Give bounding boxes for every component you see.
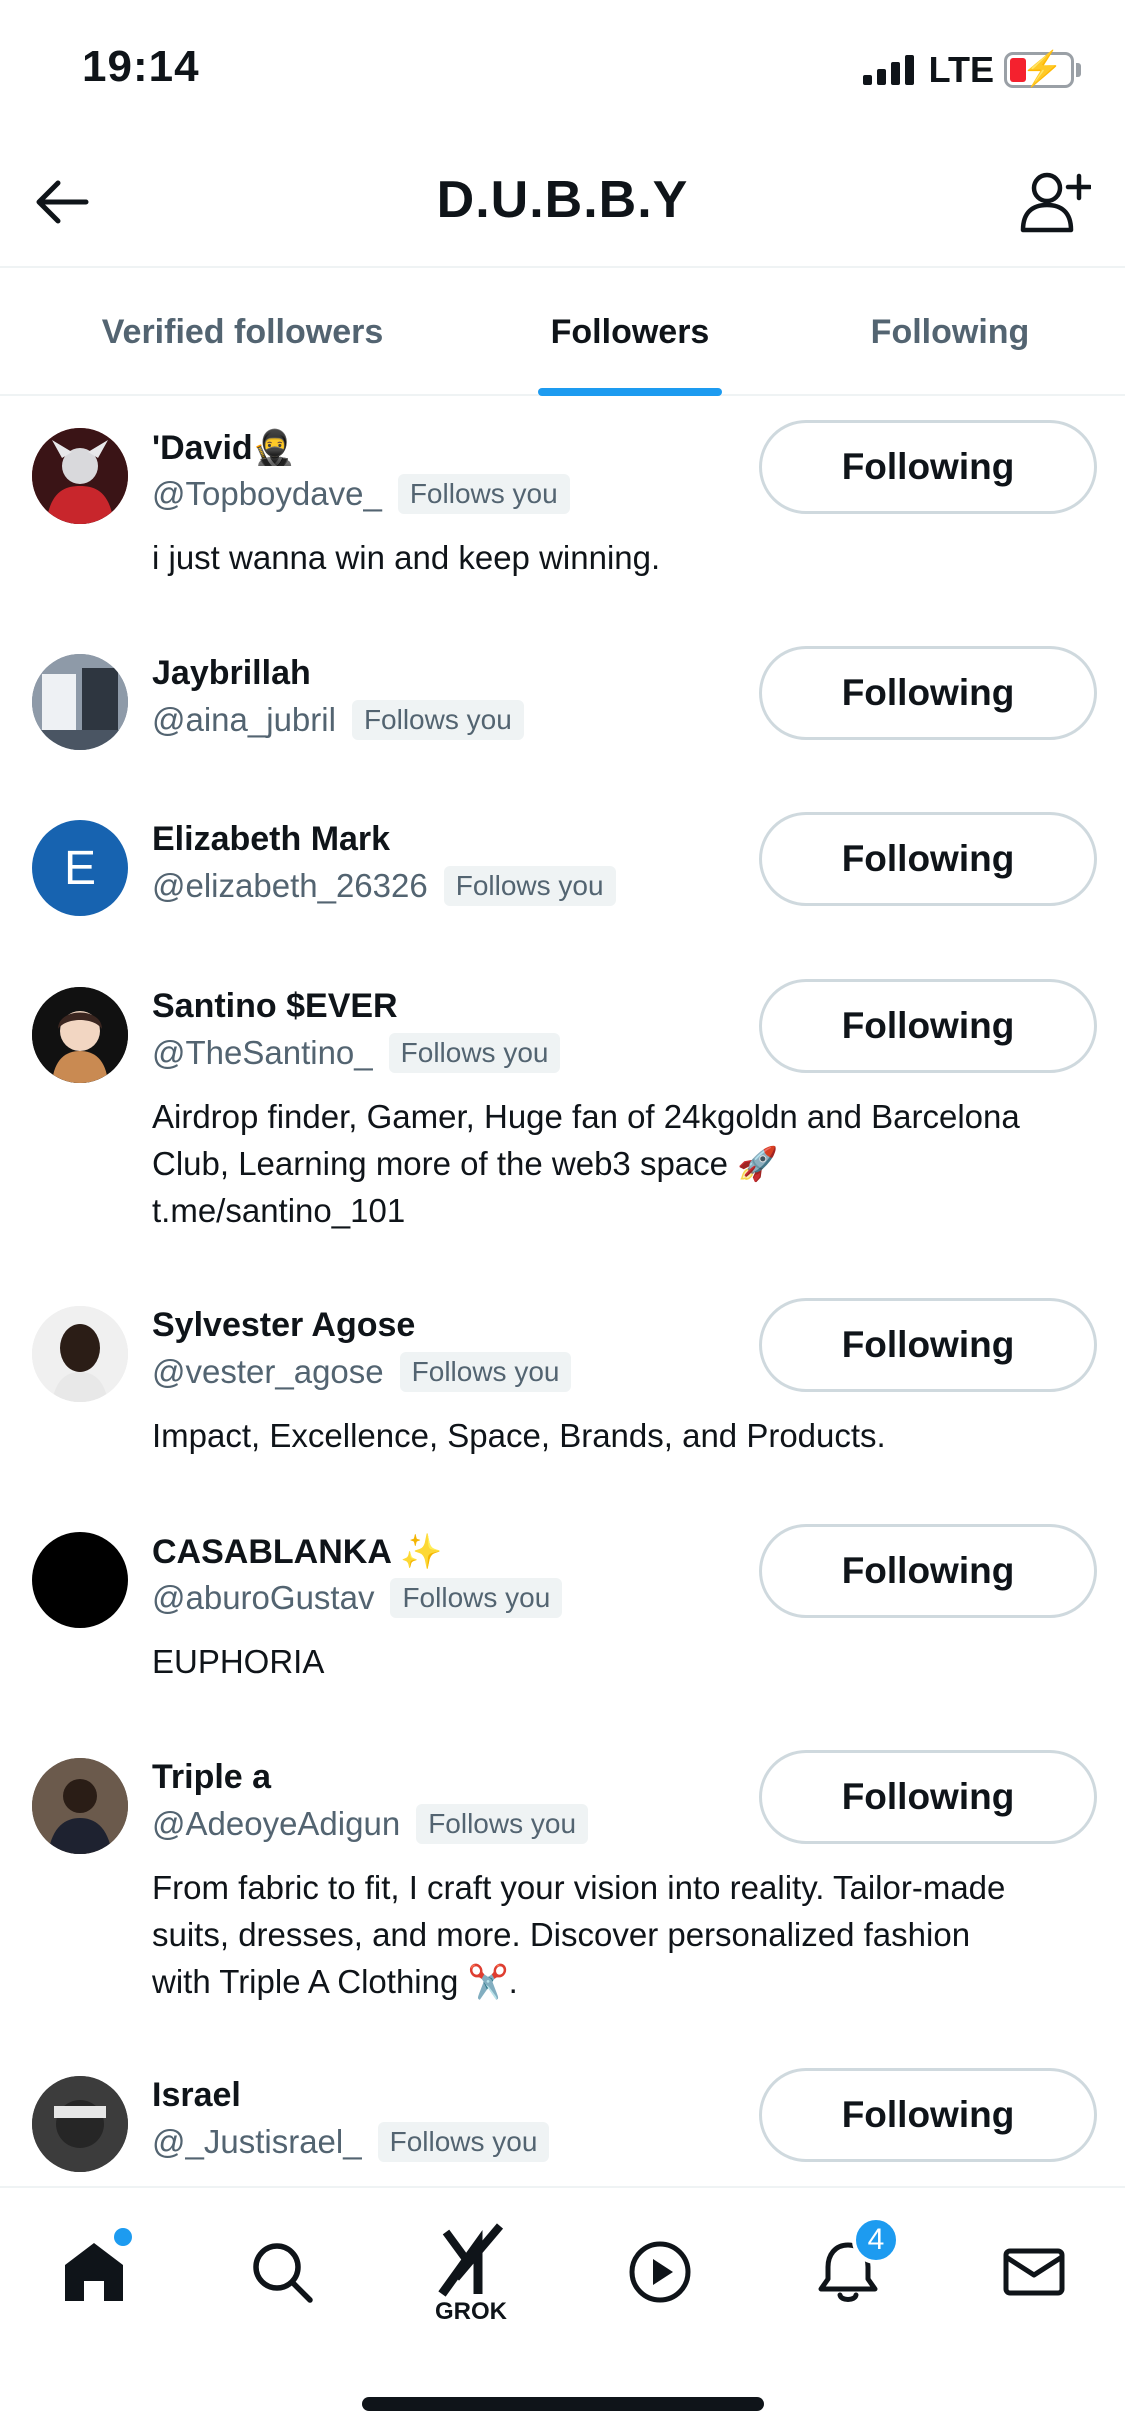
notification-count-badge: 4: [852, 2216, 900, 2264]
nav-notifications[interactable]: 4: [798, 2216, 900, 2322]
search-icon: [253, 2243, 313, 2303]
follower-row[interactable]: 'David🥷 @Topboydave_ Follows you i just …: [0, 420, 1125, 624]
nav-home[interactable]: [44, 2222, 144, 2322]
avatar[interactable]: E: [32, 820, 128, 916]
handle-line: @aburoGustav Follows you: [152, 1578, 563, 1618]
user-handle[interactable]: @_Justisrael_: [152, 2123, 362, 2161]
user-handle[interactable]: @TheSantino_: [152, 1034, 373, 1072]
follows-you-badge: Follows you: [377, 2122, 550, 2162]
signal-icon: [862, 55, 914, 85]
user-name[interactable]: 'David🥷: [152, 428, 295, 468]
follower-row[interactable]: E Elizabeth Mark @elizabeth_26326 Follow…: [0, 812, 1125, 956]
user-handle[interactable]: @vester_agose: [152, 1353, 384, 1391]
tab-following[interactable]: Following: [840, 268, 1060, 396]
follower-row[interactable]: Sylvester Agose @vester_agose Follows yo…: [0, 1298, 1125, 1502]
user-handle[interactable]: @elizabeth_26326: [152, 867, 428, 905]
home-indicator[interactable]: [362, 2397, 764, 2411]
avatar[interactable]: [32, 1758, 128, 1854]
user-name[interactable]: CASABLANKA ✨: [152, 1532, 442, 1572]
user-name[interactable]: Santino $EVER: [152, 987, 398, 1026]
nav-search[interactable]: [232, 2222, 332, 2322]
status-bar: 19:14 LTE ⚡: [0, 0, 1125, 140]
avatar[interactable]: [32, 1306, 128, 1402]
status-indicators: LTE ⚡: [862, 48, 1081, 92]
user-bio: Impact, Excellence, Space, Brands, and P…: [152, 1417, 886, 1454]
video-icon: [629, 2241, 691, 2303]
follower-row[interactable]: Triple a @AdeoyeAdigun Follows you From …: [0, 1750, 1125, 2044]
user-name[interactable]: Elizabeth Mark: [152, 820, 390, 859]
following-button[interactable]: Following: [759, 1750, 1097, 1844]
user-handle[interactable]: @aburoGustav: [152, 1579, 374, 1617]
battery-icon: ⚡: [1004, 51, 1074, 88]
grok-label: GROK: [435, 2298, 507, 2325]
avatar-image: [32, 428, 128, 524]
follows-you-badge: Follows you: [399, 1352, 572, 1392]
header: D.U.B.B.Y: [0, 140, 1125, 266]
handle-line: @aina_jubril Follows you: [152, 700, 524, 740]
avatar-image: [32, 1306, 128, 1402]
avatar-image: [32, 654, 128, 750]
avatar[interactable]: [32, 654, 128, 750]
follows-you-badge: Follows you: [443, 866, 616, 906]
handle-line: @elizabeth_26326 Follows you: [152, 866, 616, 906]
avatar-letter: E: [63, 841, 96, 895]
avatar[interactable]: [32, 1532, 128, 1628]
handle-line: @TheSantino_ Follows you: [152, 1033, 561, 1073]
grok-icon: [438, 2223, 504, 2297]
following-button[interactable]: Following: [759, 646, 1097, 740]
follower-row[interactable]: CASABLANKA ✨ @aburoGustav Follows you EU…: [0, 1524, 1125, 1728]
following-button[interactable]: Following: [759, 979, 1097, 1073]
handle-line: @vester_agose Follows you: [152, 1352, 572, 1392]
handle-line: @_Justisrael_ Follows you: [152, 2122, 550, 2162]
user-name[interactable]: Israel: [152, 2076, 241, 2115]
follower-row[interactable]: Santino $EVER @TheSantino_ Follows you A…: [0, 979, 1125, 1273]
home-unread-dot: [114, 2228, 132, 2246]
mail-icon: [1003, 2248, 1065, 2296]
user-bio: EUPHORIA: [152, 1643, 325, 1680]
user-name[interactable]: Triple a: [152, 1758, 271, 1797]
nav-messages[interactable]: [984, 2222, 1084, 2322]
handle-line: @AdeoyeAdigun Follows you: [152, 1804, 589, 1844]
avatar[interactable]: [32, 2076, 128, 2172]
following-button[interactable]: Following: [759, 2068, 1097, 2162]
user-bio: From fabric to fit, I craft your vision …: [152, 1869, 1006, 2000]
tab-followers[interactable]: Followers: [500, 268, 760, 396]
user-name[interactable]: Jaybrillah: [152, 654, 311, 693]
avatar-image: [32, 2076, 128, 2172]
followers-list[interactable]: 'David🥷 @Topboydave_ Follows you i just …: [0, 396, 1125, 2186]
following-button[interactable]: Following: [759, 812, 1097, 906]
home-icon: [65, 2243, 123, 2301]
page-title: D.U.B.B.Y: [436, 171, 689, 229]
follows-you-badge: Follows you: [390, 1578, 563, 1618]
nav-grok[interactable]: GROK: [421, 2210, 521, 2325]
avatar[interactable]: [32, 428, 128, 524]
user-handle[interactable]: @Topboydave_: [152, 475, 382, 513]
following-button[interactable]: Following: [759, 1524, 1097, 1618]
follows-you-badge: Follows you: [416, 1804, 589, 1844]
user-handle[interactable]: @AdeoyeAdigun: [152, 1805, 400, 1843]
follows-you-badge: Follows you: [397, 474, 570, 514]
nav-video[interactable]: [610, 2222, 710, 2322]
tab-verified-followers[interactable]: Verified followers: [40, 268, 445, 396]
follower-row[interactable]: Israel @_Justisrael_ Follows you Followi…: [0, 2068, 1125, 2186]
user-name[interactable]: Sylvester Agose: [152, 1306, 415, 1345]
follows-you-badge: Follows you: [351, 700, 524, 740]
active-tab-indicator: [538, 388, 722, 396]
status-time: 19:14: [82, 42, 200, 91]
add-user-button[interactable]: [1015, 162, 1095, 242]
follows-you-badge: Follows you: [388, 1033, 561, 1073]
network-label: LTE: [928, 49, 994, 90]
tab-bar: Verified followers Followers Following: [0, 266, 1125, 396]
user-bio: i just wanna win and keep winning.: [152, 539, 661, 576]
follower-row[interactable]: Jaybrillah @aina_jubril Follows you Foll…: [0, 646, 1125, 790]
user-handle[interactable]: @aina_jubril: [152, 701, 336, 739]
avatar-image: [32, 1758, 128, 1854]
following-button[interactable]: Following: [759, 1298, 1097, 1392]
avatar[interactable]: [32, 987, 128, 1083]
following-button[interactable]: Following: [759, 420, 1097, 514]
avatar-image: [32, 987, 128, 1083]
add-user-icon: [1020, 172, 1091, 233]
user-bio: Airdrop finder, Gamer, Huge fan of 24kgo…: [152, 1098, 1020, 1229]
handle-line: @Topboydave_ Follows you: [152, 474, 570, 514]
